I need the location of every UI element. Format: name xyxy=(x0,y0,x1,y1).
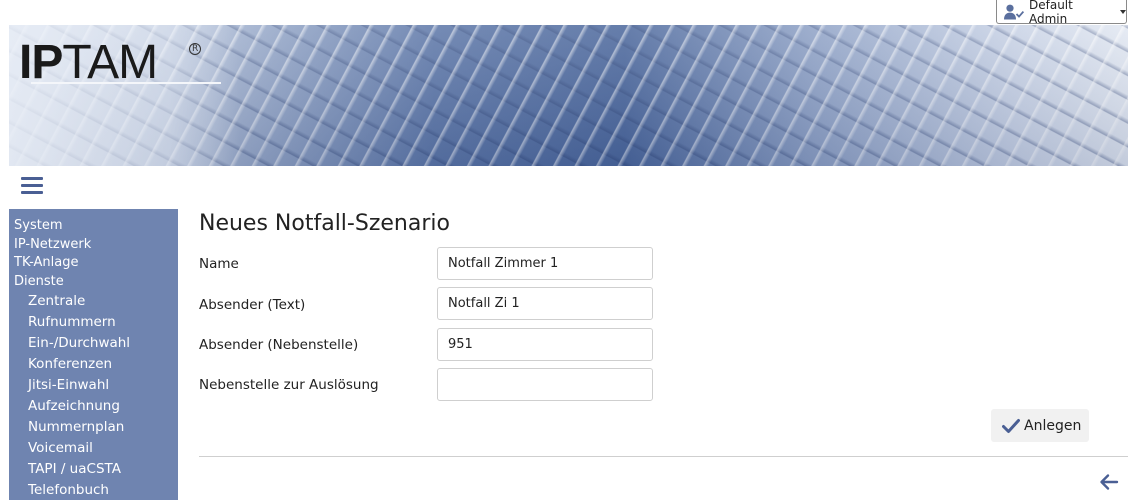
create-button[interactable]: Anlegen xyxy=(991,409,1089,442)
user-menu-button[interactable]: Default Admin xyxy=(996,0,1127,26)
sidebar-item-system[interactable]: System xyxy=(9,217,178,236)
sidebar-item-tk-anlage[interactable]: TK-Anlage xyxy=(9,254,178,273)
user-menu-label: Default Admin xyxy=(1029,0,1073,26)
sidebar-item-dienste[interactable]: Dienste xyxy=(9,273,178,292)
sender-extension-label: Absender (Nebenstelle) xyxy=(199,337,359,353)
sidebar-subitem-aufzeichnung[interactable]: Aufzeichnung xyxy=(9,396,178,417)
sender-text-label: Absender (Text) xyxy=(199,297,306,313)
create-button-label: Anlegen xyxy=(1024,417,1082,434)
back-arrow-icon[interactable] xyxy=(1099,473,1119,491)
sidebar-subitem-telefonbuch[interactable]: Telefonbuch xyxy=(9,480,178,501)
sidebar-subitem-jitsi-einwahl[interactable]: Jitsi-Einwahl xyxy=(9,375,178,396)
sidebar-subitem-voicemail[interactable]: Voicemail xyxy=(9,438,178,459)
menu-toggle-icon[interactable] xyxy=(21,177,43,195)
sidebar-subitem-konferenzen[interactable]: Konferenzen xyxy=(9,354,178,375)
name-label: Name xyxy=(199,256,239,272)
sidebar-subitem-rufnummern[interactable]: Rufnummern xyxy=(9,312,178,333)
name-input[interactable] xyxy=(437,247,653,280)
sidebar-item-ip-netzwerk[interactable]: IP-Netzwerk xyxy=(9,236,178,255)
sidebar-subitem-zentrale[interactable]: Zentrale xyxy=(9,291,178,312)
sender-text-input[interactable] xyxy=(437,287,653,320)
divider xyxy=(199,456,1128,457)
trigger-extension-label: Nebenstelle zur Auslösung xyxy=(199,377,379,393)
sender-extension-input[interactable] xyxy=(437,328,653,361)
sidebar-subitem-ein-durchwahl[interactable]: Ein-/Durchwahl xyxy=(9,333,178,354)
iptam-logo: IPTAM xyxy=(19,36,158,89)
caret-down-icon xyxy=(1120,9,1126,14)
check-icon xyxy=(1002,418,1020,434)
user-check-icon xyxy=(1004,4,1024,20)
logo-underline xyxy=(31,82,221,84)
sidebar-subitem-nummernplan[interactable]: Nummernplan xyxy=(9,417,178,438)
page-title: Neues Notfall-Szenario xyxy=(199,211,450,236)
sidebar-subitem-tapi-uacsta[interactable]: TAPI / uaCSTA xyxy=(9,459,178,480)
trigger-extension-input[interactable] xyxy=(437,368,653,401)
sidebar-nav: System IP-Netzwerk TK-Anlage Dienste Zen… xyxy=(9,209,178,500)
header-banner: IPTAM R xyxy=(9,25,1128,166)
